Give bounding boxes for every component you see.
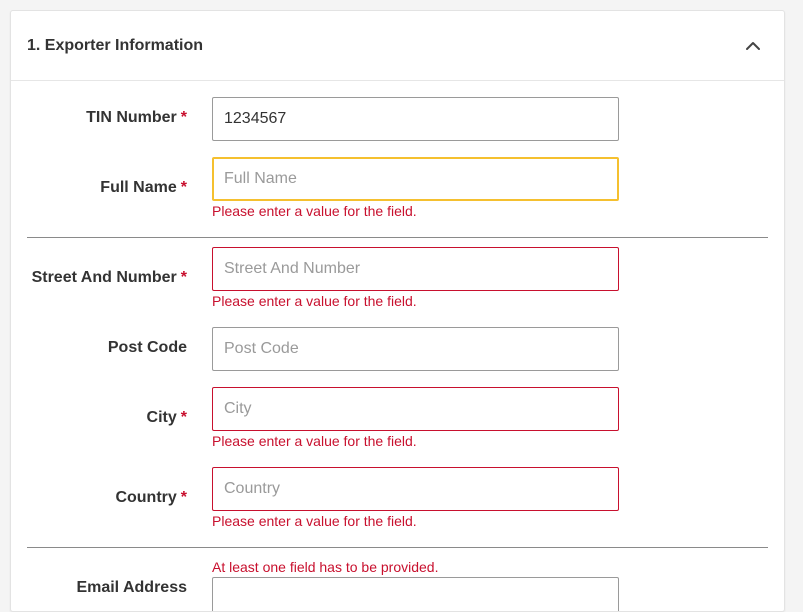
chevron-up-icon[interactable] (742, 35, 764, 57)
tin-number-label: TIN Number * (86, 109, 187, 126)
country-label: Country * (115, 489, 187, 506)
full-name-input[interactable] (212, 157, 619, 201)
full-name-label: Full Name * (100, 179, 187, 196)
tin-number-input[interactable] (212, 97, 619, 141)
full-name-error: Please enter a value for the field. (212, 203, 417, 219)
post-code-label: Post Code (107, 339, 187, 356)
exporter-information-card: 1. Exporter Information TIN Number* Full… (10, 10, 785, 612)
country-input[interactable] (212, 467, 619, 511)
section-divider (27, 237, 768, 238)
email-address-label: Email Address (76, 579, 187, 596)
required-asterisk: * (180, 409, 187, 426)
post-code-input[interactable] (212, 327, 619, 371)
required-asterisk: * (180, 109, 187, 126)
section-title: 1. Exporter Information (27, 37, 204, 54)
city-label: City * (146, 409, 187, 426)
street-and-number-error: Please enter a value for the field. (212, 293, 417, 309)
section-header[interactable]: 1. Exporter Information (11, 11, 784, 81)
email-address-input[interactable] (212, 577, 619, 611)
required-asterisk: * (180, 179, 187, 196)
city-error: Please enter a value for the field. (212, 433, 417, 449)
country-error: Please enter a value for the field. (212, 513, 417, 529)
contact-group-error: At least one field has to be provided. (212, 559, 439, 575)
required-asterisk: * (180, 489, 187, 506)
street-and-number-input[interactable] (212, 247, 619, 291)
city-input[interactable] (212, 387, 619, 431)
required-asterisk: * (180, 269, 187, 286)
section-divider (27, 547, 768, 548)
street-and-number-label: Street And Number * (31, 269, 187, 286)
